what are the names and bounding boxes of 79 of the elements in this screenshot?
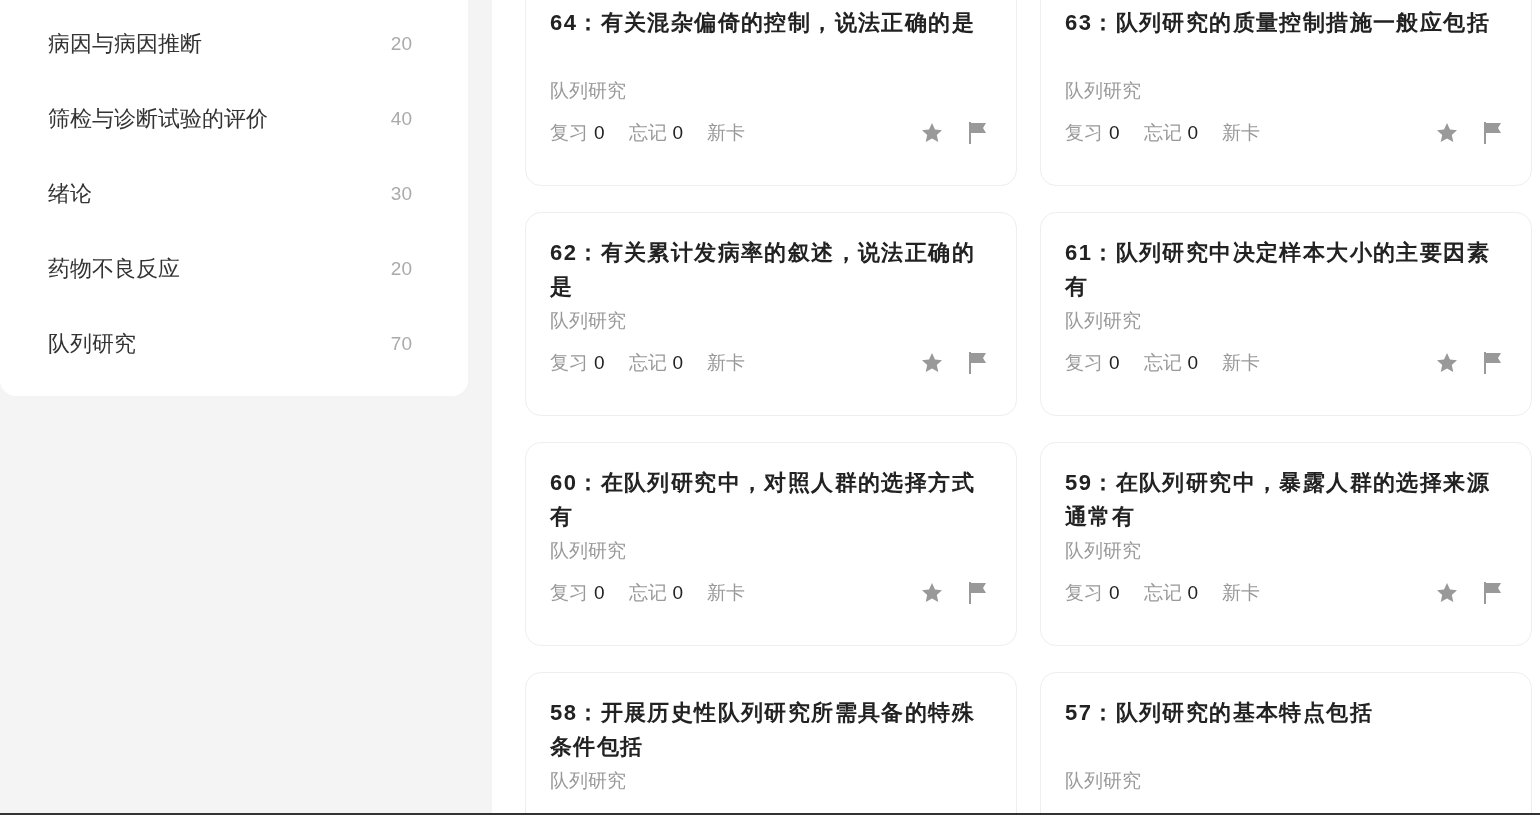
question-title: 62：有关累计发病率的叙述，说法正确的是 — [550, 239, 977, 301]
review-label: 复习 — [1065, 581, 1103, 605]
question-card[interactable]: 62：有关累计发病率的叙述，说法正确的是 队列研究 复习 0 忘记 0 新卡 — [525, 212, 1017, 416]
question-card[interactable]: 59：在队列研究中，暴露人群的选择来源通常有 队列研究 复习 0 忘记 0 新卡 — [1040, 442, 1532, 646]
question-count: 30 — [390, 182, 412, 205]
review-count: 0 — [1109, 122, 1120, 144]
status-label: 新卡 — [707, 121, 746, 145]
status-label: 新卡 — [1222, 121, 1261, 145]
forget-count: 0 — [1187, 352, 1199, 374]
status-label: 新卡 — [707, 351, 746, 375]
status-label: 新卡 — [707, 581, 746, 605]
review-label: 复习 — [550, 121, 588, 145]
review-count: 0 — [594, 582, 605, 604]
chapter-name: 绪论 — [48, 179, 92, 208]
sidebar-item[interactable]: 药物不良反应 20 — [0, 231, 468, 306]
question-count: 20 — [390, 32, 412, 55]
star-icon[interactable] — [1435, 351, 1459, 375]
question-title: 59：在队列研究中，暴露人群的选择来源通常有 — [1065, 469, 1492, 531]
star-icon[interactable] — [1435, 121, 1459, 145]
flag-icon[interactable] — [968, 351, 988, 375]
review-label: 复习 — [550, 581, 588, 605]
forget-count: 0 — [672, 582, 684, 604]
category-label: 队列研究 — [550, 539, 627, 563]
review-label: 复习 — [1065, 351, 1103, 375]
review-count: 0 — [594, 352, 605, 374]
review-count: 0 — [594, 122, 605, 144]
forget-count: 0 — [1187, 582, 1199, 604]
review-label: 复习 — [550, 351, 588, 375]
question-card[interactable]: 63：队列研究的质量控制措施一般应包括 队列研究 复习 0 忘记 0 新卡 — [1040, 0, 1532, 186]
question-title: 64：有关混杂偏倚的控制，说法正确的是 — [550, 9, 977, 37]
chapter-name: 筛检与诊断试验的评价 — [48, 104, 268, 133]
star-icon[interactable] — [920, 121, 944, 145]
question-count: 40 — [390, 107, 412, 130]
star-icon[interactable] — [920, 351, 944, 375]
forget-label: 忘记 — [628, 581, 667, 605]
category-label: 队列研究 — [550, 769, 627, 793]
chapter-name: 药物不良反应 — [48, 254, 180, 283]
question-title: 60：在队列研究中，对照人群的选择方式有 — [550, 469, 977, 531]
flag-icon[interactable] — [968, 121, 988, 145]
sidebar-item[interactable]: 筛检与诊断试验的评价 40 — [0, 81, 468, 156]
flag-icon[interactable] — [1483, 581, 1503, 605]
sidebar-item[interactable]: 队列研究 70 — [0, 306, 468, 381]
review-label: 复习 — [1065, 121, 1103, 145]
sidebar-item[interactable]: 绪论 30 — [0, 156, 468, 231]
question-card[interactable]: 61：队列研究中决定样本大小的主要因素有 队列研究 复习 0 忘记 0 新卡 — [1040, 212, 1532, 416]
forget-count: 0 — [1187, 122, 1199, 144]
category-label: 队列研究 — [1065, 79, 1142, 103]
question-card[interactable]: 60：在队列研究中，对照人群的选择方式有 队列研究 复习 0 忘记 0 新卡 — [525, 442, 1017, 646]
question-title: 58：开展历史性队列研究所需具备的特殊条件包括 — [550, 699, 977, 761]
chapter-name: 队列研究 — [48, 329, 136, 358]
question-count: 70 — [390, 332, 412, 355]
forget-label: 忘记 — [1143, 351, 1182, 375]
star-icon[interactable] — [1435, 581, 1459, 605]
forget-count: 0 — [672, 122, 684, 144]
question-card[interactable]: 64：有关混杂偏倚的控制，说法正确的是 队列研究 复习 0 忘记 0 新卡 — [525, 0, 1017, 186]
forget-label: 忘记 — [1143, 121, 1182, 145]
status-label: 新卡 — [1222, 351, 1261, 375]
forget-label: 忘记 — [628, 121, 667, 145]
category-label: 队列研究 — [1065, 309, 1142, 333]
category-label: 队列研究 — [550, 309, 627, 333]
chapter-name: 病因与病因推断 — [48, 29, 202, 58]
review-count: 0 — [1109, 582, 1120, 604]
category-label: 队列研究 — [1065, 539, 1142, 563]
flag-icon[interactable] — [968, 581, 988, 605]
question-title: 63：队列研究的质量控制措施一般应包括 — [1065, 9, 1492, 37]
question-title: 57：队列研究的基本特点包括 — [1065, 699, 1375, 727]
flag-icon[interactable] — [1483, 121, 1503, 145]
review-count: 0 — [1109, 352, 1120, 374]
question-count: 20 — [390, 257, 412, 280]
question-title: 61：队列研究中决定样本大小的主要因素有 — [1065, 239, 1492, 301]
forget-count: 0 — [672, 352, 684, 374]
flag-icon[interactable] — [1483, 351, 1503, 375]
category-label: 队列研究 — [1065, 769, 1142, 793]
star-icon[interactable] — [920, 581, 944, 605]
forget-label: 忘记 — [1143, 581, 1182, 605]
category-label: 队列研究 — [550, 79, 627, 103]
forget-label: 忘记 — [628, 351, 667, 375]
status-label: 新卡 — [1222, 581, 1261, 605]
sidebar-item[interactable]: 病因与病因推断 20 — [0, 6, 468, 81]
